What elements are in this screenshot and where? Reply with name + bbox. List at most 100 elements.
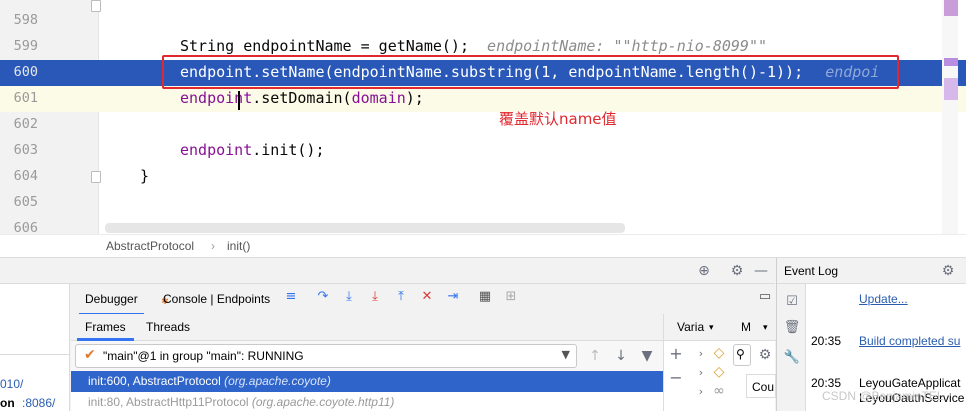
frames-header: Frames Threads [71, 314, 663, 341]
code-text: endpoint.init(); [180, 141, 325, 159]
tab-frames[interactable]: Frames [77, 320, 134, 341]
event-log-header: Event Log ⚙ [777, 258, 966, 284]
code-line[interactable]: 604 } [0, 164, 966, 190]
tab-threads[interactable]: Threads [146, 320, 190, 334]
event-log-message: LeyouGateApplicat [859, 376, 961, 390]
step-out-icon[interactable]: ⤒ [393, 289, 409, 305]
fold-marker-icon[interactable] [91, 0, 101, 12]
chevron-down-icon[interactable]: ▾ [709, 322, 714, 333]
search-icon: ⚲ [736, 347, 745, 361]
step-over-icon[interactable]: ↷ [315, 289, 331, 305]
fold-marker-icon[interactable] [91, 171, 101, 183]
arrow-down-icon[interactable]: ↓ [612, 347, 630, 365]
minus-icon[interactable]: − [667, 368, 685, 387]
force-step-into-icon[interactable]: ⤓ [367, 289, 383, 305]
crosshair-icon[interactable]: ⊕ [695, 262, 713, 280]
horizontal-scrollbar[interactable] [105, 223, 625, 233]
line-number: 606 [13, 220, 38, 234]
code-line[interactable]: 605 [0, 190, 966, 216]
event-log-title: Event Log [784, 264, 839, 278]
code-text: String endpointName = getName(); endpoin… [180, 37, 767, 55]
code-line[interactable]: 598 [0, 8, 966, 34]
line-number: 599 [13, 38, 38, 54]
thread-selector[interactable]: ✔ "main"@1 in group "main": RUNNING ▼ [75, 344, 577, 368]
output-link[interactable]: 010/ [0, 377, 23, 391]
tab-console-endpoints[interactable]: Console | Endpoints [163, 292, 270, 306]
variables-header: Varia ▾ M ▾ [664, 314, 776, 341]
layout-icon[interactable]: ▭ [757, 289, 773, 305]
minimize-icon[interactable]: — [752, 262, 770, 280]
line-number: 600 [13, 64, 38, 80]
event-log-time: 20:35 [811, 376, 842, 390]
trace-icon[interactable]: ⊞ [503, 289, 519, 305]
watermark: CSDN @BenjaminTEL [822, 389, 944, 403]
menu-icon[interactable]: ≡ [283, 289, 299, 305]
line-number: 598 [13, 12, 38, 28]
field-icon: ◇ [713, 364, 725, 380]
stripe-marker[interactable] [944, 78, 958, 100]
line-number: 602 [13, 116, 38, 132]
variables-title[interactable]: Varia [677, 320, 704, 334]
code-line[interactable]: 603 endpoint.init(); [0, 138, 966, 164]
breadcrumb: AbstractProtocol › init() [0, 234, 966, 258]
tab-debugger[interactable]: Debugger [79, 292, 144, 316]
output-link[interactable]: :8086/ [22, 396, 55, 410]
glasses-icon: ∞ [713, 383, 725, 399]
debug-tool-header: ⊕ ⚙ — [0, 258, 775, 284]
line-number: 604 [13, 168, 38, 184]
output-text: on [0, 396, 15, 410]
count-label[interactable]: Cou [752, 380, 774, 394]
breadcrumb-method[interactable]: init() [227, 239, 250, 253]
stripe-marker[interactable] [944, 58, 958, 66]
thread-selector-label: "main"@1 in group "main": RUNNING [103, 349, 304, 363]
debugger-tabs: Debugger ✱ Console | Endpoints ≡ ↷ ⤓ ⤓ ⤒… [71, 284, 775, 316]
event-log-link[interactable]: Build completed su [859, 334, 960, 348]
expand-arrow-icon[interactable]: › [692, 363, 710, 381]
code-line-current[interactable]: 601 endpoint.setDomain(domain); [0, 86, 966, 112]
field-icon: ◇ [713, 345, 725, 361]
chevron-down-icon[interactable]: ▾ [763, 322, 768, 333]
code-call: .setDomain( [252, 89, 352, 107]
frame-package: (org.apache.coyote.http11) [251, 395, 395, 409]
frame-method: init:600, AbstractProtocol [88, 374, 221, 388]
stack-frame[interactable]: init:80, AbstractHttp11Protocol (org.apa… [71, 392, 663, 411]
gear-icon[interactable]: ⚙ [756, 346, 774, 364]
breadcrumb-separator-icon: › [211, 239, 215, 253]
error-stripe[interactable] [942, 0, 958, 234]
expand-arrow-icon[interactable]: › [692, 344, 710, 362]
thread-toolbar: ✔ "main"@1 in group "main": RUNNING ▼ ↑ … [71, 341, 663, 371]
mark-read-icon[interactable]: ☑ [783, 292, 801, 310]
code-identifier: endpoint [180, 141, 253, 159]
evaluate-icon[interactable]: ▦ [477, 289, 493, 305]
code-editor[interactable]: 598 599 String endpointName = getName();… [0, 0, 966, 234]
drop-frame-icon[interactable]: ✕ [419, 289, 435, 305]
search-box[interactable]: ⚲ [733, 344, 751, 366]
inline-value-hint: endpointName: ""http-nio-8099"" [487, 37, 768, 55]
breadcrumb-class[interactable]: AbstractProtocol [106, 239, 194, 253]
stripe-marker[interactable] [944, 0, 958, 16]
memory-title[interactable]: M [741, 320, 751, 334]
code-text: endpoint.setDomain(domain); [180, 89, 424, 107]
event-log-time: 20:35 [811, 334, 842, 348]
wrench-icon[interactable]: 🔧 [783, 348, 801, 366]
gear-icon[interactable]: ⚙ [939, 262, 957, 280]
check-icon: ✔ [84, 347, 96, 363]
code-close: ); [405, 89, 424, 107]
code-argument: domain [351, 89, 406, 107]
arrow-up-icon[interactable]: ↑ [586, 347, 604, 365]
gear-icon[interactable]: ⚙ [728, 262, 746, 280]
filter-icon[interactable]: ▼ [638, 347, 656, 365]
stack-frame[interactable]: init:600, AbstractProtocol (org.apache.c… [71, 371, 663, 392]
trash-icon[interactable]: 🗑 [783, 318, 801, 336]
step-into-icon[interactable]: ⤓ [341, 289, 357, 305]
line-number: 605 [13, 194, 38, 210]
highlight-box [162, 55, 899, 89]
line-number: 601 [13, 90, 38, 106]
event-log-link[interactable]: Update... [859, 292, 908, 306]
code-line[interactable]: 602 [0, 112, 966, 138]
code-call: .init(); [252, 141, 325, 159]
expand-arrow-icon[interactable]: › [692, 382, 710, 400]
code-identifier: endpoint [180, 89, 253, 107]
plus-icon[interactable]: + [667, 344, 685, 363]
run-to-cursor-icon[interactable]: ⇥ [445, 289, 461, 305]
